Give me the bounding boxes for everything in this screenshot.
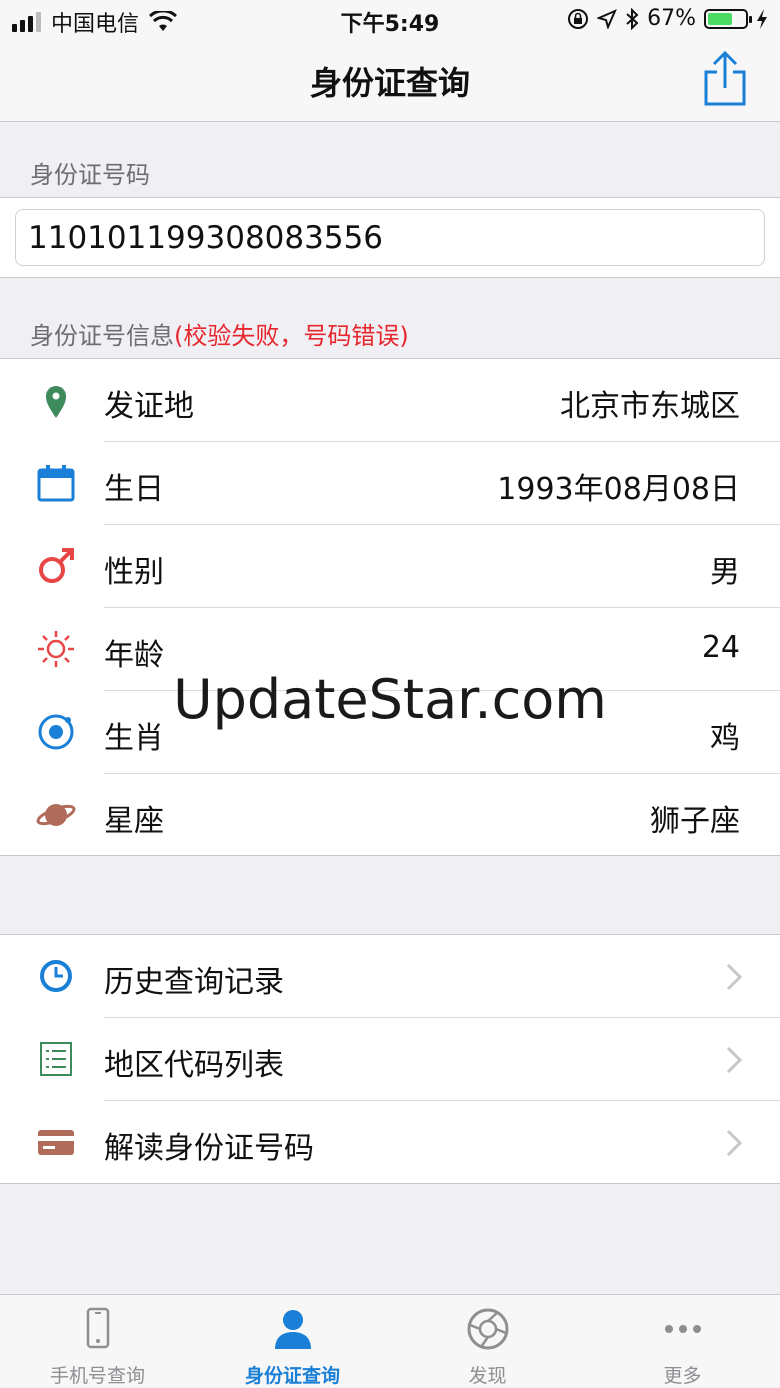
info-row-gender: 性别 男 xyxy=(0,525,780,608)
clock-icon xyxy=(40,960,72,992)
tab-id-lookup[interactable]: 身份证查询 xyxy=(195,1295,390,1388)
info-label: 性别 xyxy=(104,555,164,590)
info-value: 狮子座 xyxy=(650,804,740,839)
page-title: 身份证查询 xyxy=(309,64,470,102)
info-label: 生日 xyxy=(104,472,164,507)
chevron-right-icon xyxy=(726,1046,742,1074)
location-arrow-icon xyxy=(597,8,618,29)
info-row-issuing-place: 发证地 北京市东城区 xyxy=(0,359,780,442)
chevron-right-icon xyxy=(726,1129,742,1157)
id-number-input[interactable] xyxy=(15,209,765,266)
male-symbol-icon xyxy=(39,548,74,583)
info-value: 男 xyxy=(710,555,740,590)
menu-list: 历史查询记录 地区代码列表 解读身份证号码 xyxy=(0,934,780,1184)
info-row-birthday: 生日 1993年08月08日 xyxy=(0,442,780,525)
id-input-band xyxy=(0,197,780,278)
tab-label: 身份证查询 xyxy=(244,1365,340,1387)
tab-phone-lookup[interactable]: 手机号查询 xyxy=(0,1295,195,1388)
charging-bolt-icon xyxy=(757,8,767,29)
card-icon xyxy=(38,1130,74,1155)
calendar-icon xyxy=(37,465,75,502)
bluetooth-icon xyxy=(626,7,639,30)
battery-icon xyxy=(704,8,752,29)
info-label: 星座 xyxy=(104,804,164,839)
info-value: 鸡 xyxy=(710,721,740,756)
tab-label: 手机号查询 xyxy=(49,1365,145,1387)
menu-label: 解读身份证号码 xyxy=(104,1131,314,1166)
menu-label: 历史查询记录 xyxy=(104,965,284,1000)
chevron-right-icon xyxy=(726,963,742,991)
list-icon xyxy=(40,1042,72,1076)
info-label: 生肖 xyxy=(104,721,164,756)
info-row-zodiac: 生肖 鸡 xyxy=(0,691,780,774)
info-list: 发证地 北京市东城区 生日 1993年08月08日 性别 男 年龄 24 生肖 … xyxy=(0,358,780,856)
tab-more[interactable]: 更多 xyxy=(585,1295,780,1388)
target-icon xyxy=(38,714,74,750)
sun-icon xyxy=(38,631,74,667)
info-header-label: 身份证号信息 xyxy=(30,322,174,350)
share-icon[interactable] xyxy=(700,50,750,108)
more-dots-icon xyxy=(665,1325,701,1333)
validation-status: (校验失败，号码错误) xyxy=(174,322,409,350)
info-label: 发证地 xyxy=(104,389,194,424)
menu-item-region-codes[interactable]: 地区代码列表 xyxy=(0,1018,780,1101)
navigation-bar: 身份证查询 xyxy=(0,40,780,122)
info-row-age: 年龄 24 xyxy=(0,608,780,691)
planet-icon xyxy=(36,804,76,826)
tab-discover[interactable]: 发现 xyxy=(390,1295,585,1388)
tab-label: 发现 xyxy=(468,1365,507,1387)
tab-label: 更多 xyxy=(663,1365,702,1387)
battery-percent: 67% xyxy=(647,6,696,31)
menu-label: 地区代码列表 xyxy=(104,1048,284,1083)
info-row-constellation: 星座 狮子座 xyxy=(0,774,780,857)
battery-fill xyxy=(708,12,733,25)
phone-icon xyxy=(86,1307,110,1349)
info-label: 年龄 xyxy=(104,638,164,673)
status-bar: 中国电信 下午5:49 67% xyxy=(0,0,780,40)
menu-item-id-explain[interactable]: 解读身份证号码 xyxy=(0,1101,780,1184)
info-section-header: 身份证号信息(校验失败，号码错误) xyxy=(30,316,409,351)
menu-item-history[interactable]: 历史查询记录 xyxy=(0,935,780,1018)
info-value: 24 xyxy=(701,630,740,665)
location-pin-icon xyxy=(46,386,66,418)
person-icon xyxy=(275,1310,311,1349)
status-right: 67% xyxy=(567,6,768,31)
aperture-icon xyxy=(467,1308,509,1350)
info-value: 北京市东城区 xyxy=(560,389,740,424)
rotation-lock-icon xyxy=(568,8,589,29)
info-value: 1993年08月08日 xyxy=(497,472,740,507)
tab-bar: 手机号查询 身份证查询 发现 更多 xyxy=(0,1294,780,1387)
id-section-header: 身份证号码 xyxy=(30,161,150,189)
